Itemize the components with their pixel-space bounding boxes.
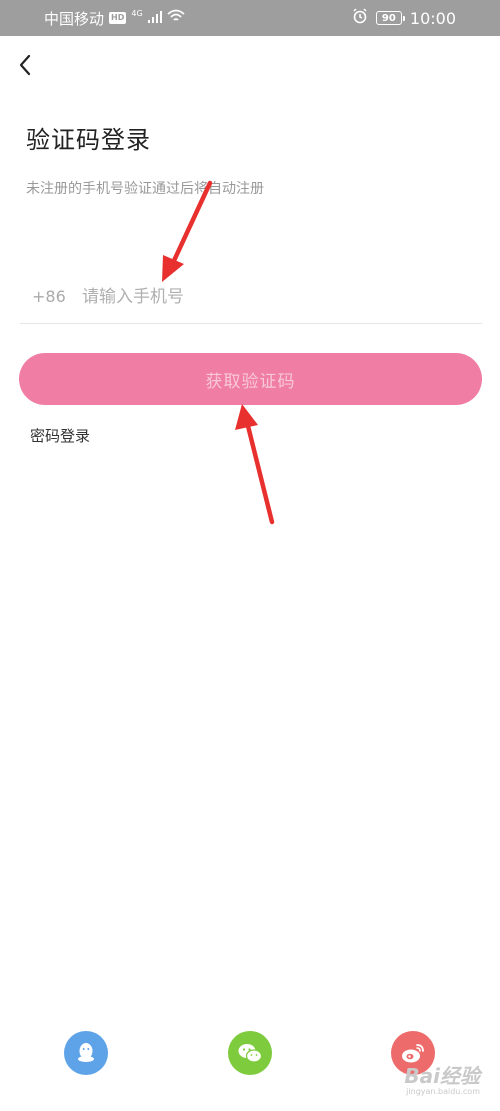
qq-icon bbox=[78, 1043, 94, 1062]
password-login-link[interactable]: 密码登录 bbox=[30, 425, 90, 446]
country-code[interactable]: +86 bbox=[32, 287, 76, 306]
weibo-icon bbox=[402, 1044, 424, 1063]
baidu-jingyan-watermark: Bai经验 jingyan.baidu.com bbox=[404, 1065, 480, 1097]
carrier-label: 中国移动 bbox=[44, 9, 105, 28]
alarm-icon bbox=[352, 8, 368, 28]
network-label: 4G bbox=[131, 8, 143, 18]
back-button[interactable] bbox=[10, 48, 40, 82]
wifi-icon bbox=[167, 9, 185, 27]
battery-icon: 90 bbox=[375, 11, 405, 25]
login-screen: 中国移动 HD 4G 90 10:00 验证码登录 未注册的手机号验证通过后将自… bbox=[0, 0, 500, 1111]
phone-field-row: +86 bbox=[20, 270, 482, 324]
signal-icon bbox=[147, 9, 162, 27]
wechat-login-button[interactable] bbox=[228, 1031, 272, 1075]
watermark-brand: Bai经验 bbox=[404, 1064, 480, 1088]
get-code-button[interactable]: 获取验证码 bbox=[19, 353, 482, 405]
hd-badge: HD bbox=[109, 12, 127, 24]
watermark-url: jingyan.baidu.com bbox=[406, 1087, 480, 1096]
chevron-left-icon bbox=[19, 54, 31, 76]
wechat-icon bbox=[238, 1044, 263, 1063]
status-time: 10:00 bbox=[409, 8, 456, 28]
page-title: 验证码登录 bbox=[26, 126, 151, 154]
status-bar: 中国移动 HD 4G 90 10:00 bbox=[0, 0, 500, 36]
status-right: 90 10:00 bbox=[352, 0, 456, 36]
status-left: 中国移动 HD 4G bbox=[44, 0, 185, 36]
page-subtitle: 未注册的手机号验证通过后将自动注册 bbox=[26, 181, 264, 197]
annotation-overlay bbox=[162, 180, 275, 525]
qq-login-button[interactable] bbox=[64, 1031, 108, 1075]
phone-input[interactable] bbox=[80, 285, 444, 308]
annotation-arrow-button bbox=[235, 404, 275, 525]
